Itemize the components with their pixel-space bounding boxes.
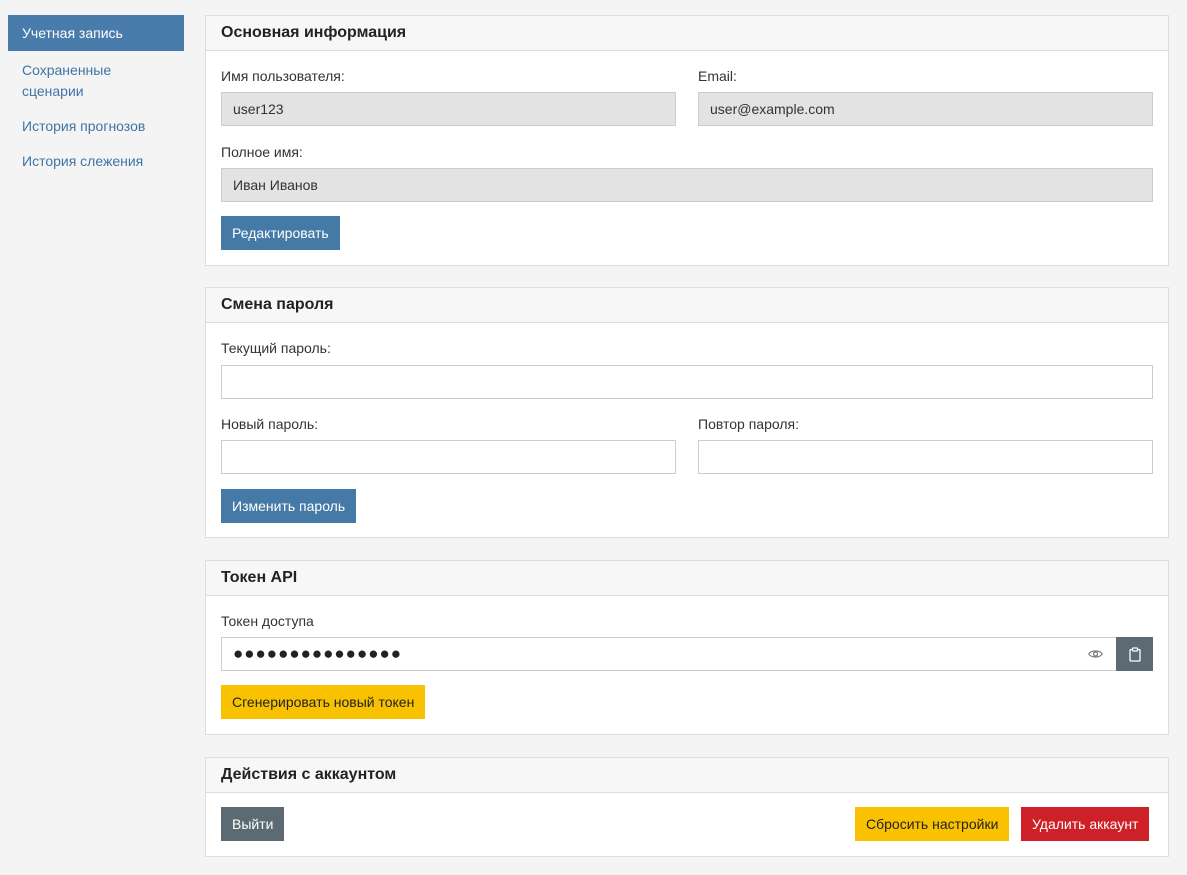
password-panel: Смена пароля Текущий пароль: Новый парол… xyxy=(205,287,1169,538)
logout-button[interactable]: Выйти xyxy=(221,807,285,841)
basic-info-title: Основная информация xyxy=(206,16,1168,51)
clipboard-icon-graphic xyxy=(1128,646,1141,662)
password-title: Смена пароля xyxy=(206,288,1168,323)
eye-icon-graphic xyxy=(1087,650,1103,658)
sidebar: Учетная запись Сохраненные сценарии Исто… xyxy=(8,15,184,181)
new-password-label: Новый пароль: xyxy=(221,416,319,432)
generate-token-button[interactable]: Сгенерировать новый токен xyxy=(221,685,426,719)
username-label: Имя пользователя: xyxy=(221,68,345,84)
sidebar-item-saved-scenarios[interactable]: Сохраненные сценарии xyxy=(8,51,138,111)
api-token-panel: Токен API Токен доступа ●●●●●●●●●●●●●●● … xyxy=(205,560,1169,735)
fullname-field[interactable]: Иван Иванов xyxy=(221,168,1153,202)
sidebar-item-account[interactable]: Учетная запись xyxy=(8,15,184,51)
fullname-label: Полное имя: xyxy=(221,144,303,160)
change-password-button[interactable]: Изменить пароль xyxy=(221,489,357,523)
new-password-field[interactable] xyxy=(221,440,676,474)
clipboard-icon[interactable] xyxy=(1116,637,1153,671)
token-label: Токен доступа xyxy=(221,613,314,629)
account-actions-title: Действия с аккаунтом xyxy=(206,758,1168,793)
sidebar-item-forecast-history[interactable]: История прогнозов xyxy=(8,111,184,146)
current-password-field[interactable] xyxy=(221,365,1153,399)
username-field[interactable]: user123 xyxy=(221,92,676,126)
current-password-label: Текущий пароль: xyxy=(221,340,331,356)
edit-button[interactable]: Редактировать xyxy=(221,216,340,250)
delete-account-button[interactable]: Удалить аккаунт xyxy=(1021,807,1150,841)
sidebar-item-tracking-history[interactable]: История слежения xyxy=(8,146,184,181)
eye-icon[interactable] xyxy=(1086,646,1104,662)
token-field[interactable]: ●●●●●●●●●●●●●●● xyxy=(221,637,1117,671)
repeat-password-label: Повтор пароля: xyxy=(698,416,799,432)
reset-settings-button[interactable]: Сбросить настройки xyxy=(855,807,1010,841)
api-token-title: Токен API xyxy=(206,561,1168,596)
email-label: Email: xyxy=(698,68,737,84)
account-actions-panel: Действия с аккаунтом Выйти Сбросить наст… xyxy=(205,757,1169,857)
basic-info-panel: Основная информация Имя пользователя: us… xyxy=(205,15,1169,266)
email-field[interactable]: user@example.com xyxy=(698,92,1153,126)
repeat-password-field[interactable] xyxy=(698,440,1153,474)
